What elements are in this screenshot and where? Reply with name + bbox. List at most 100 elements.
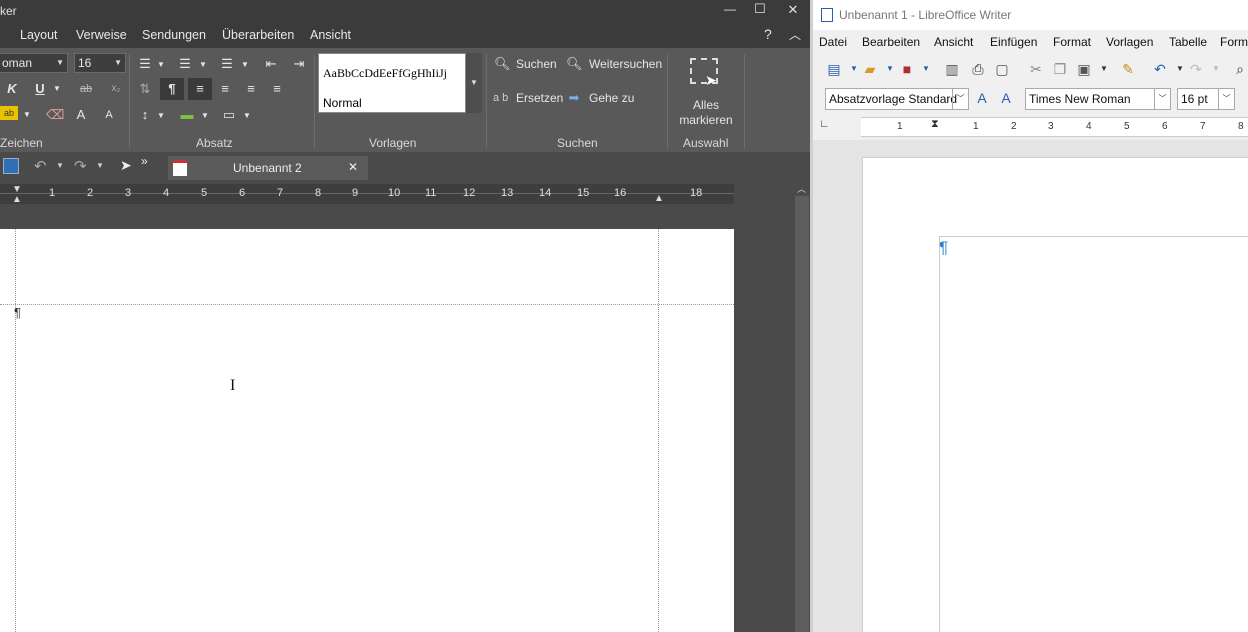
- numbered-list-icon[interactable]: ☰: [176, 55, 194, 73]
- document-page[interactable]: ¶: [862, 157, 1248, 632]
- document-tab[interactable]: Unbenannt 2 ✕: [168, 156, 368, 180]
- update-style-icon[interactable]: A: [973, 90, 991, 106]
- help-icon[interactable]: ?: [764, 26, 772, 42]
- new-style-icon[interactable]: A: [997, 90, 1015, 106]
- chevron-down-icon[interactable]: ▼: [96, 161, 104, 170]
- menu-einfuegen[interactable]: Einfügen: [990, 35, 1037, 49]
- export-pdf-icon[interactable]: ▥: [943, 61, 961, 77]
- print-icon[interactable]: ⎙: [969, 61, 987, 77]
- select-all-label-2[interactable]: markieren: [670, 113, 742, 127]
- sort-icon[interactable]: ⇅: [136, 80, 154, 98]
- font-name-combo[interactable]: oman ▼: [0, 53, 68, 73]
- minimize-button[interactable]: —: [722, 2, 738, 16]
- document-page[interactable]: ¶ I: [0, 229, 734, 632]
- horizontal-ruler[interactable]: ⧗ 1 1 2 3 4 5 6 7 8: [861, 117, 1248, 137]
- shading-icon[interactable]: ▬: [178, 106, 196, 124]
- collapse-ribbon-icon[interactable]: ︿: [789, 26, 801, 43]
- menu-ueberarbeiten[interactable]: Überarbeiten: [222, 28, 294, 42]
- strikethrough-button[interactable]: ab: [76, 80, 96, 98]
- maximize-button[interactable]: ☐: [752, 1, 768, 17]
- highlight-icon[interactable]: ab: [0, 106, 18, 120]
- align-right-icon[interactable]: ≡: [242, 80, 260, 98]
- multilevel-list-icon[interactable]: ☰: [218, 55, 236, 73]
- font-name-combo[interactable]: Times New Roman ﹀: [1025, 88, 1171, 110]
- copy-icon[interactable]: ❐: [1051, 61, 1069, 77]
- menu-format[interactable]: Format: [1053, 35, 1091, 49]
- save-icon[interactable]: ■: [898, 61, 916, 77]
- italic-bold-button[interactable]: K: [4, 80, 20, 98]
- chevron-down-icon[interactable]: ▼: [200, 107, 210, 125]
- close-tab-icon[interactable]: ✕: [348, 160, 358, 174]
- chevron-down-icon[interactable]: ▼: [22, 106, 32, 124]
- chevron-down-icon[interactable]: ▼: [198, 56, 208, 74]
- margin-guide: [0, 304, 734, 305]
- menu-form[interactable]: Form: [1220, 35, 1248, 49]
- horizontal-ruler[interactable]: ▼ ▲ ▲ 1 2 3 4 5 6 7 8 9 10 11 12 13 14 1…: [0, 184, 734, 205]
- indent-marker-icon[interactable]: ▲: [12, 194, 22, 205]
- select-all-label-1[interactable]: Alles: [670, 98, 742, 112]
- font-size-combo[interactable]: 16 ▼: [74, 53, 126, 73]
- menu-layout[interactable]: Layout: [20, 28, 58, 42]
- menu-ansicht[interactable]: Ansicht: [934, 35, 973, 49]
- chevron-down-icon[interactable]: ▼: [52, 80, 62, 98]
- chevron-down-icon[interactable]: ▼: [156, 56, 166, 74]
- border-icon[interactable]: ▭: [220, 106, 238, 124]
- undo-icon[interactable]: ↶: [1151, 61, 1169, 77]
- font-size-combo[interactable]: 16 pt ﹀: [1177, 88, 1235, 110]
- replace-button[interactable]: Ersetzen: [516, 91, 563, 105]
- chevron-down-icon[interactable]: ▼: [1207, 61, 1225, 77]
- close-button[interactable]: ✕: [785, 2, 801, 18]
- goto-button[interactable]: Gehe zu: [589, 91, 634, 105]
- align-center-icon[interactable]: ≡: [216, 80, 234, 98]
- decrease-indent-icon[interactable]: ⇤: [262, 55, 280, 73]
- justify-icon[interactable]: ≡: [268, 80, 286, 98]
- chevron-down-icon[interactable]: ▼: [156, 107, 166, 125]
- chevron-down-icon[interactable]: ▼: [56, 161, 64, 170]
- menu-sendungen[interactable]: Sendungen: [142, 28, 206, 42]
- style-gallery[interactable]: AaBbCcDdEeFfGgHhIiJj Normal: [318, 53, 466, 113]
- new-document-icon[interactable]: ▤: [825, 61, 843, 77]
- find-replace-icon[interactable]: ⌕: [1231, 61, 1248, 77]
- tab-stop-icon[interactable]: ∟: [819, 118, 830, 130]
- grow-font-icon[interactable]: A: [74, 106, 88, 124]
- indent-marker-icon[interactable]: ⧗: [931, 118, 939, 131]
- right-margin-marker-icon[interactable]: ▲: [654, 193, 664, 204]
- open-folder-icon[interactable]: ▰: [861, 61, 879, 77]
- cut-icon[interactable]: ✂: [1027, 61, 1045, 77]
- chevron-down-icon[interactable]: ▼: [917, 61, 935, 77]
- chevron-down-icon[interactable]: ▼: [240, 56, 250, 74]
- underline-button[interactable]: U: [32, 80, 48, 98]
- scroll-up-icon[interactable]: ︿: [797, 182, 806, 195]
- menu-ansicht[interactable]: Ansicht: [310, 28, 351, 42]
- chevron-down-icon[interactable]: ▼: [242, 107, 252, 125]
- chevron-down-icon[interactable]: ▼: [881, 61, 899, 77]
- pilcrow-toggle-icon[interactable]: ¶: [160, 78, 184, 100]
- bullet-list-icon[interactable]: ☰: [136, 55, 154, 73]
- menu-verweise[interactable]: Verweise: [76, 28, 127, 42]
- eraser-icon[interactable]: ⌫: [46, 106, 64, 124]
- scrollbar-thumb[interactable]: [795, 196, 809, 632]
- redo-icon[interactable]: ↷: [74, 157, 87, 175]
- subscript-icon[interactable]: x₂: [108, 80, 124, 98]
- chevron-down-icon[interactable]: ▼: [1095, 61, 1113, 77]
- menu-datei[interactable]: Datei: [819, 35, 847, 49]
- align-left-icon[interactable]: ≡: [188, 78, 212, 100]
- increase-indent-icon[interactable]: ⇥: [290, 55, 308, 73]
- cursor-tool-icon[interactable]: ➤: [120, 157, 132, 174]
- paste-icon[interactable]: ▣: [1075, 61, 1093, 77]
- menu-vorlagen[interactable]: Vorlagen: [1106, 35, 1153, 49]
- redo-icon[interactable]: ↷: [1187, 61, 1205, 77]
- menu-tabelle[interactable]: Tabelle: [1169, 35, 1207, 49]
- paragraph-style-combo[interactable]: Absatzvorlage Standard ﹀: [825, 88, 969, 110]
- find-button[interactable]: Suchen: [516, 57, 557, 71]
- style-gallery-dropdown[interactable]: ▼: [466, 53, 482, 113]
- shrink-font-icon[interactable]: A: [102, 106, 116, 124]
- clone-formatting-icon[interactable]: ✎: [1119, 61, 1137, 77]
- print-preview-icon[interactable]: ▢: [993, 61, 1011, 77]
- undo-icon[interactable]: ↶: [34, 157, 47, 175]
- more-icon[interactable]: »: [141, 154, 148, 168]
- save-icon[interactable]: [3, 158, 19, 174]
- line-spacing-icon[interactable]: ↕: [136, 106, 154, 124]
- menu-bearbeiten[interactable]: Bearbeiten: [862, 35, 920, 49]
- find-next-button[interactable]: Weitersuchen: [589, 57, 662, 71]
